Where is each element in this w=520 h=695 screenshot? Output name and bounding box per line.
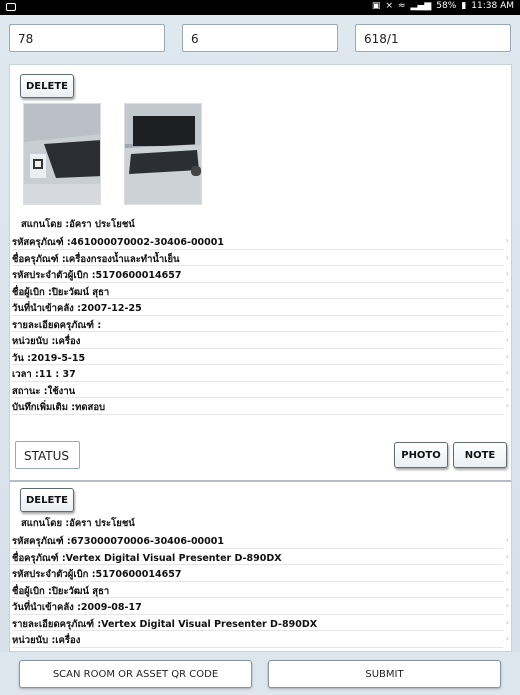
chevron-right-icon: › — [505, 384, 509, 394]
chevron-right-icon: › — [505, 236, 509, 245]
signal-icon: ▂▄▆ — [410, 1, 432, 11]
scan-qr-button[interactable]: SCAN ROOM OR ASSET QR CODE — [19, 660, 252, 688]
photo-button[interactable]: PHOTO — [394, 442, 448, 468]
submit-button[interactable]: SUBMIT — [268, 660, 501, 688]
chevron-right-icon: › — [505, 568, 509, 577]
field-text: วันที่นำเข้าคลัง :2007-12-25 — [12, 303, 142, 314]
field-text: หน่วยนับ :เครื่อง — [12, 336, 81, 347]
chevron-right-icon: › — [505, 252, 509, 262]
scanned-by-label: สแกนโดย :อัครา ประโยชน์ — [21, 219, 135, 230]
chevron-right-icon: › — [505, 634, 509, 643]
record-field-row[interactable]: รายละเอียดครุภัณฑ์ :Vertex Digital Visua… — [12, 615, 509, 631]
record-field-row[interactable]: หน่วยนับ :เครื่อง › — [12, 631, 509, 648]
field-text: สถานะ :ใช้งาน — [12, 385, 76, 397]
field-text: ชื่อผู้เบิก :ปิยะวัฒน์ สุธา — [12, 585, 110, 597]
chevron-right-icon: › — [505, 601, 509, 610]
record-field-row[interactable]: ชื่อครุภัณฑ์ :เครื่องกรองน้ำและทำน้ำเย็น… — [12, 250, 509, 266]
chevron-right-icon: › — [505, 368, 509, 377]
record-field-row[interactable]: รหัสประจำตัวผู้เบิก :5170600014657 › — [12, 266, 509, 283]
chevron-right-icon: › — [505, 584, 509, 594]
battery-percent: 58% — [436, 1, 457, 11]
record-field-row[interactable]: หน่วยนับ :เครื่อง › — [12, 332, 509, 349]
record-field-row[interactable]: ชื่อครุภัณฑ์ :Vertex Digital Visual Pres… — [12, 549, 509, 565]
asset-photo-1[interactable] — [23, 103, 101, 205]
field-text: รหัสประจำตัวผู้เบิก :5170600014657 — [12, 270, 182, 281]
field-text: บันทึกเพิ่มเติม :ทดสอบ — [12, 402, 106, 413]
field-text: วันที่นำเข้าคลัง :2009-08-17 — [12, 602, 142, 613]
field-text: วัน :2019-5-15 — [12, 352, 86, 364]
record-field-row[interactable]: วันที่นำเข้าคลัง :2007-12-25 › — [12, 299, 509, 316]
battery-icon: ▮ — [461, 1, 467, 11]
record-divider — [10, 480, 511, 482]
record-field-row[interactable]: ชื่อผู้เบิก :ปิยะวัฒน์ สุธา › — [12, 582, 509, 598]
field-text: รหัสครุภัณฑ์ :673000070006-30406-00001 — [12, 536, 224, 547]
status-input[interactable]: STATUS — [15, 441, 80, 469]
chevron-right-icon: › — [505, 285, 509, 295]
record-field-row[interactable]: รายละเอียดครุภัณฑ์ : › — [12, 316, 509, 332]
chevron-right-icon: › — [505, 269, 509, 278]
chevron-right-icon: › — [505, 302, 509, 311]
chevron-right-icon: › — [505, 335, 509, 344]
field-text: ชื่อครุภัณฑ์ :เครื่องกรองน้ำและทำน้ำเย็น — [12, 253, 180, 265]
record-field-row[interactable]: บันทึกเพิ่มเติม :ทดสอบ › — [12, 398, 509, 415]
field-text: รหัสประจำตัวผู้เบิก :5170600014657 — [12, 569, 182, 580]
floor-field[interactable]: 6 — [182, 24, 338, 52]
record-field-row[interactable]: รหัสครุภัณฑ์ :673000070006-30406-00001 › — [12, 532, 509, 549]
scanned-records-list[interactable]: DELETE สแกนโดย :อัครา ประโยชน์ รหัสครุภั… — [9, 64, 512, 652]
delete-button[interactable]: DELETE — [20, 488, 74, 512]
clock: 11:38 AM — [471, 1, 514, 11]
record-field-row[interactable]: รหัสครุภัณฑ์ :461000070002-30406-00001 › — [12, 233, 509, 250]
record-field-row[interactable]: วันที่นำเข้าคลัง :2009-08-17 › — [12, 598, 509, 615]
app-notification-icon — [6, 3, 16, 11]
field-text: รายละเอียดครุภัณฑ์ :Vertex Digital Visua… — [12, 618, 318, 630]
field-text: เวลา :11 : 37 — [12, 369, 76, 380]
chevron-right-icon: › — [505, 351, 509, 361]
photo-image — [125, 104, 201, 204]
field-text: รหัสครุภัณฑ์ :461000070002-30406-00001 — [12, 237, 224, 248]
chevron-right-icon: › — [505, 551, 509, 561]
note-button[interactable]: NOTE — [453, 442, 507, 468]
record-field-row[interactable]: ชื่อผู้เบิก :ปิยะวัฒน์ สุธา › — [12, 283, 509, 299]
chevron-right-icon: › — [505, 617, 509, 627]
chevron-right-icon: › — [505, 318, 509, 328]
mute-icon: × — [385, 1, 393, 11]
app-main: 78 6 618/1 DELETE สแกนโดย:อัครา ประโยชน… — [0, 15, 520, 695]
scanned-by-label: สแกนโดย :อัครา ประโยชน์ — [21, 518, 135, 529]
status-icons: ▣ × ≈ ▂▄▆ 58% ▮ 11:38 AM — [372, 1, 514, 11]
field-text: รายละเอียดครุภัณฑ์ : — [12, 319, 102, 331]
chevron-right-icon: › — [505, 401, 509, 410]
room-field[interactable]: 78 — [9, 24, 165, 52]
lock-icon: ▣ — [371, 1, 381, 11]
photo-image — [24, 104, 100, 204]
field-text: ชื่อครุภัณฑ์ :Vertex Digital Visual Pres… — [12, 552, 282, 564]
field-text: ชื่อผู้เบิก :ปิยะวัฒน์ สุธา — [12, 286, 110, 298]
wifi-icon: ≈ — [397, 1, 406, 11]
delete-button[interactable]: DELETE — [20, 74, 74, 98]
system-status-bar: ▣ × ≈ ▂▄▆ 58% ▮ 11:38 AM — [0, 0, 520, 15]
bottom-action-bar: SCAN ROOM OR ASSET QR CODE SUBMIT — [0, 652, 520, 695]
record-field-row[interactable]: วัน :2019-5-15 › — [12, 349, 509, 365]
chevron-right-icon: › — [505, 535, 509, 544]
record-field-row[interactable]: รหัสประจำตัวผู้เบิก :5170600014657 › — [12, 565, 509, 582]
record-field-row[interactable]: เวลา :11 : 37 › — [12, 365, 509, 382]
record-field-row[interactable]: สถานะ :ใช้งาน › — [12, 382, 509, 398]
room-number-field[interactable]: 618/1 — [355, 24, 511, 52]
asset-photo-2[interactable] — [124, 103, 202, 205]
field-text: หน่วยนับ :เครื่อง — [12, 635, 81, 646]
